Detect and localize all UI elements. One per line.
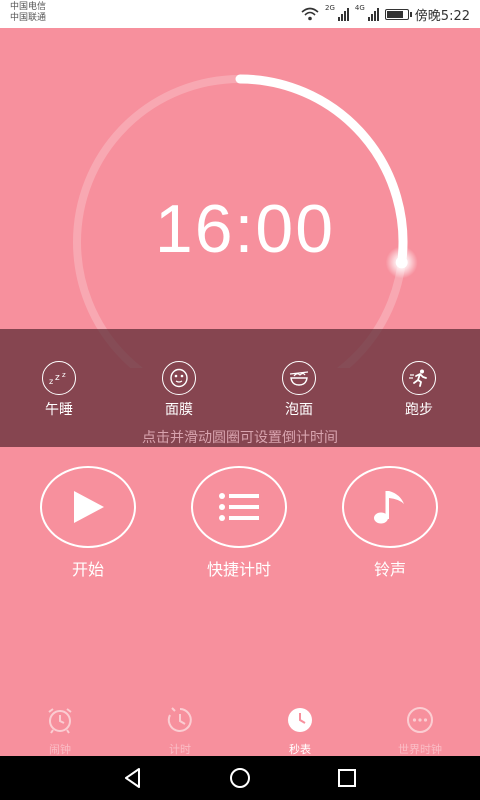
list-icon bbox=[219, 493, 259, 521]
status-time: 傍晚5:22 bbox=[414, 8, 470, 24]
recent-apps-icon[interactable] bbox=[335, 766, 359, 790]
preset-label: 泡面 bbox=[285, 402, 313, 418]
alarm-clock-icon bbox=[48, 708, 72, 734]
tab-label: 闹钟 bbox=[49, 743, 71, 756]
sleep-icon: zzz bbox=[42, 361, 76, 395]
system-navigation-bar bbox=[0, 756, 480, 800]
battery-icon bbox=[384, 8, 412, 20]
signal-icon-2 bbox=[367, 7, 379, 21]
timer-icon bbox=[167, 707, 192, 732]
signal-icon-1 bbox=[337, 7, 349, 21]
wifi-icon bbox=[301, 7, 319, 21]
tab-label: 世界时钟 bbox=[398, 743, 442, 756]
preset-label: 面膜 bbox=[165, 402, 193, 418]
quick-preset-bar: zzz 午睡 面膜 泡面 跑步 点击并滑动圆圈可设置倒计时间 bbox=[0, 329, 480, 447]
svg-text:z: z bbox=[62, 371, 66, 379]
carrier-labels: 中国电信 中国联通 bbox=[10, 2, 46, 24]
preset-noodles[interactable]: 泡面 bbox=[259, 361, 339, 419]
preset-label: 跑步 bbox=[405, 402, 433, 418]
countdown-screen: 16:00 zzz 午睡 面膜 泡面 跑步 点击并滑动圆圈可设置倒计时间 开始 … bbox=[0, 28, 480, 756]
preset-running[interactable]: 跑步 bbox=[379, 361, 459, 419]
tab-timer[interactable]: 计时 bbox=[130, 706, 230, 757]
start-button[interactable]: 开始 bbox=[38, 466, 138, 580]
status-bar: 中国电信 中国联通 2G 4G 傍晚5:22 bbox=[0, 0, 480, 28]
quick-timer-button[interactable]: 快捷计时 bbox=[189, 466, 289, 580]
carrier-2: 中国联通 bbox=[10, 13, 47, 23]
carrier-1: 中国电信 bbox=[10, 2, 47, 12]
music-note-icon bbox=[374, 491, 404, 524]
countdown-time: 16:00 bbox=[154, 191, 336, 267]
quick-timer-label: 快捷计时 bbox=[206, 560, 271, 579]
face-mask-icon bbox=[162, 361, 196, 395]
tab-stopwatch[interactable]: 秒表 bbox=[250, 706, 350, 757]
home-icon[interactable] bbox=[228, 766, 252, 790]
dial-hint-text: 点击并滑动圆圈可设置倒计时间 bbox=[142, 430, 338, 446]
tab-label: 计时 bbox=[169, 743, 191, 756]
stopwatch-icon bbox=[288, 708, 312, 732]
preset-face-mask[interactable]: 面膜 bbox=[139, 361, 219, 419]
play-icon bbox=[74, 491, 104, 523]
network-type-1: 2G bbox=[325, 4, 335, 12]
battery-fill bbox=[386, 10, 403, 18]
tab-world-clock[interactable]: 世界时钟 bbox=[370, 706, 470, 757]
preset-nap[interactable]: zzz 午睡 bbox=[19, 361, 99, 419]
network-type-2: 4G bbox=[354, 4, 365, 12]
tab-label: 秒表 bbox=[289, 743, 311, 756]
running-icon bbox=[402, 361, 436, 395]
start-label: 开始 bbox=[71, 560, 104, 579]
world-clock-icon bbox=[407, 707, 433, 733]
back-icon[interactable] bbox=[121, 766, 145, 790]
noodle-bowl-icon bbox=[282, 361, 316, 395]
ringtone-label: 铃声 bbox=[373, 560, 406, 579]
tab-alarm[interactable]: 闹钟 bbox=[10, 706, 110, 757]
ringtone-button[interactable]: 铃声 bbox=[340, 466, 440, 580]
svg-text:z: z bbox=[55, 373, 60, 383]
svg-text:z: z bbox=[49, 377, 53, 386]
preset-label: 午睡 bbox=[45, 402, 73, 418]
bottom-tab-bar: 闹钟 计时 秒表 世界时钟 bbox=[0, 698, 480, 756]
